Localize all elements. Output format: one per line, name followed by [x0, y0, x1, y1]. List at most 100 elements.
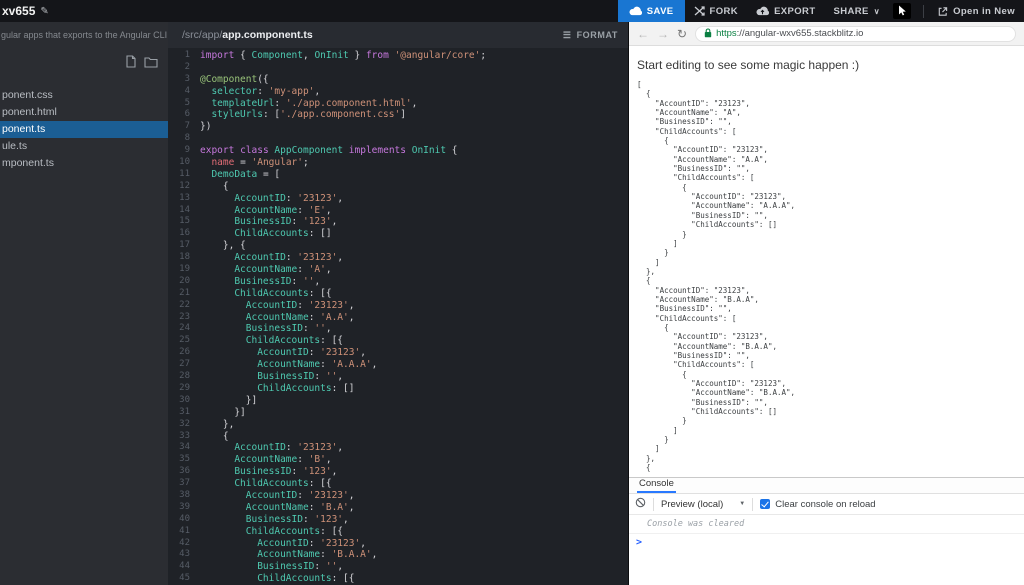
code-line[interactable]: 43 AccountName: 'B.A.A', — [168, 549, 628, 561]
code-line[interactable]: 7}) — [168, 121, 628, 133]
code-line[interactable]: 26 AccountID: '23123', — [168, 347, 628, 359]
line-number: 42 — [179, 537, 190, 548]
code-line[interactable]: 10 name = 'Angular'; — [168, 157, 628, 169]
open-in-new-button[interactable]: Open in New — [928, 0, 1024, 22]
file-item[interactable]: ponent.html — [0, 104, 168, 121]
edit-project-name-icon[interactable]: ✎ — [40, 6, 48, 17]
code-line[interactable]: 4 selector: 'my-app', — [168, 86, 628, 98]
code-line[interactable]: 30 }] — [168, 395, 628, 407]
pointer-tool-button[interactable] — [893, 3, 912, 19]
forward-icon[interactable]: → — [657, 28, 669, 40]
clear-on-reload-label: Clear console on reload — [775, 498, 876, 510]
code-line[interactable]: 12 { — [168, 181, 628, 193]
code-line[interactable]: 37 ChildAccounts: [{ — [168, 478, 628, 490]
code-line[interactable]: 32 }, — [168, 419, 628, 431]
code-line[interactable]: 28 BusinessID: '', — [168, 371, 628, 383]
code-line[interactable]: 35 AccountName: 'B', — [168, 454, 628, 466]
export-button[interactable]: EXPORT — [747, 0, 824, 22]
preview-page: Start editing to see some magic happen :… — [629, 46, 1024, 477]
fork-button[interactable]: FORK — [685, 0, 748, 22]
back-icon[interactable]: ← — [637, 28, 649, 40]
code-line[interactable]: 27 AccountName: 'A.A.A', — [168, 359, 628, 371]
console-message: Console was cleared — [629, 515, 1024, 534]
refresh-icon[interactable]: ↻ — [677, 28, 687, 40]
line-number: 4 — [184, 85, 190, 96]
line-number: 24 — [179, 323, 190, 334]
code-line[interactable]: 5 templateUrl: './app.component.html', — [168, 98, 628, 110]
code-line[interactable]: 38 AccountID: '23123', — [168, 490, 628, 502]
code-line[interactable]: 41 ChildAccounts: [{ — [168, 526, 628, 538]
clear-on-reload-checkbox[interactable]: Clear console on reload — [760, 498, 876, 510]
chevron-down-icon: ∨ — [873, 6, 881, 16]
file-path: /src/app/app.component.ts — [182, 29, 313, 41]
code-line[interactable]: 11 DemoData = [ — [168, 169, 628, 181]
code-line[interactable]: 6 styleUrls: ['./app.component.css'] — [168, 109, 628, 121]
code-line[interactable]: 17 }, { — [168, 240, 628, 252]
code-line[interactable]: 2 — [168, 62, 628, 74]
code-line[interactable]: 24 BusinessID: '', — [168, 323, 628, 335]
code-line[interactable]: 34 AccountID: '23123', — [168, 442, 628, 454]
new-file-icon[interactable] — [125, 55, 137, 73]
new-folder-icon[interactable] — [144, 55, 158, 73]
external-link-icon — [937, 6, 948, 17]
code-line[interactable]: 15 BusinessID: '123', — [168, 216, 628, 228]
code-line[interactable]: 1 import { Component, OnInit } from '@ang… — [168, 50, 628, 62]
code-line[interactable]: 39 AccountName: 'B.A', — [168, 502, 628, 514]
toolbar-divider2 — [752, 497, 754, 511]
code-line[interactable]: 22 AccountID: '23123', — [168, 300, 628, 312]
fork-icon — [694, 6, 705, 16]
save-button[interactable]: SAVE — [617, 0, 685, 22]
line-number: 3 — [184, 73, 190, 84]
console-tab[interactable]: Console — [637, 478, 676, 493]
menu-icon: ☰ — [562, 29, 572, 40]
code-line[interactable]: 23 AccountName: 'A.A', — [168, 312, 628, 324]
code-line[interactable]: 33 { — [168, 431, 628, 443]
line-number: 27 — [179, 359, 190, 370]
code-lines[interactable]: 1 import { Component, OnInit } from '@ang… — [168, 48, 628, 585]
console-target-select[interactable]: Preview (local) ▼ — [661, 499, 745, 510]
line-number: 19 — [179, 264, 190, 275]
project-description: gular apps that exports to the Angular C… — [0, 22, 168, 41]
code-line[interactable]: 18 AccountID: '23123', — [168, 252, 628, 264]
code-line[interactable]: 19 AccountName: 'A', — [168, 264, 628, 276]
code-line[interactable]: 36 BusinessID: '123', — [168, 466, 628, 478]
topbar: xv655 ✎ SAVE FORK EXPORT SHARE ∨ Open in… — [0, 0, 1024, 22]
preview-pane: ← → ↻ https://angular-wxv655.stackblitz.… — [628, 22, 1024, 585]
checkbox-checked-icon[interactable] — [760, 499, 771, 509]
format-button[interactable]: ☰ FORMAT — [563, 30, 618, 41]
code-line[interactable]: 3 @Component({ — [168, 74, 628, 86]
code-line[interactable]: 16 ChildAccounts: [] — [168, 228, 628, 240]
code-line[interactable]: 40 BusinessID: '123', — [168, 514, 628, 526]
code-line[interactable]: 31 }] — [168, 407, 628, 419]
topbar-actions: SAVE FORK EXPORT SHARE ∨ Open in New — [617, 0, 1024, 22]
code-line[interactable]: 42 AccountID: '23123', — [168, 538, 628, 550]
code-line[interactable]: 21 ChildAccounts: [{ — [168, 288, 628, 300]
code-line[interactable]: 9 export class AppComponent implements On… — [168, 145, 628, 157]
code-line[interactable]: 44 BusinessID: '', — [168, 561, 628, 573]
clear-console-icon[interactable] — [635, 495, 646, 513]
line-number: 5 — [184, 97, 190, 108]
code-line[interactable]: 8 — [168, 133, 628, 145]
line-number: 6 — [184, 109, 190, 120]
code-line[interactable]: 25 ChildAccounts: [{ — [168, 335, 628, 347]
line-number: 44 — [179, 561, 190, 572]
code-line[interactable]: 20 BusinessID: '', — [168, 276, 628, 288]
console-prompt[interactable]: > — [629, 534, 1024, 548]
line-number: 9 — [184, 145, 190, 156]
file-item[interactable]: ponent.ts — [0, 121, 168, 138]
line-number: 28 — [179, 371, 190, 382]
url-text: https://angular-wxv655.stackblitz.io — [716, 28, 863, 39]
format-button-label: FORMAT — [576, 30, 618, 40]
code-line[interactable]: 29 ChildAccounts: [] — [168, 383, 628, 395]
code-line[interactable]: 45 ChildAccounts: [{ — [168, 573, 628, 585]
line-number: 1 — [184, 50, 190, 60]
line-number: 32 — [179, 418, 190, 429]
toolbar-divider — [653, 497, 654, 511]
file-item[interactable]: ule.ts — [0, 138, 168, 155]
code-line[interactable]: 13 AccountID: '23123', — [168, 193, 628, 205]
file-item[interactable]: mponent.ts — [0, 155, 168, 172]
file-item[interactable]: ponent.css — [0, 87, 168, 104]
code-line[interactable]: 14 AccountName: 'E', — [168, 205, 628, 217]
share-button[interactable]: SHARE ∨ — [825, 0, 890, 22]
url-bar[interactable]: https://angular-wxv655.stackblitz.io — [695, 25, 1016, 42]
